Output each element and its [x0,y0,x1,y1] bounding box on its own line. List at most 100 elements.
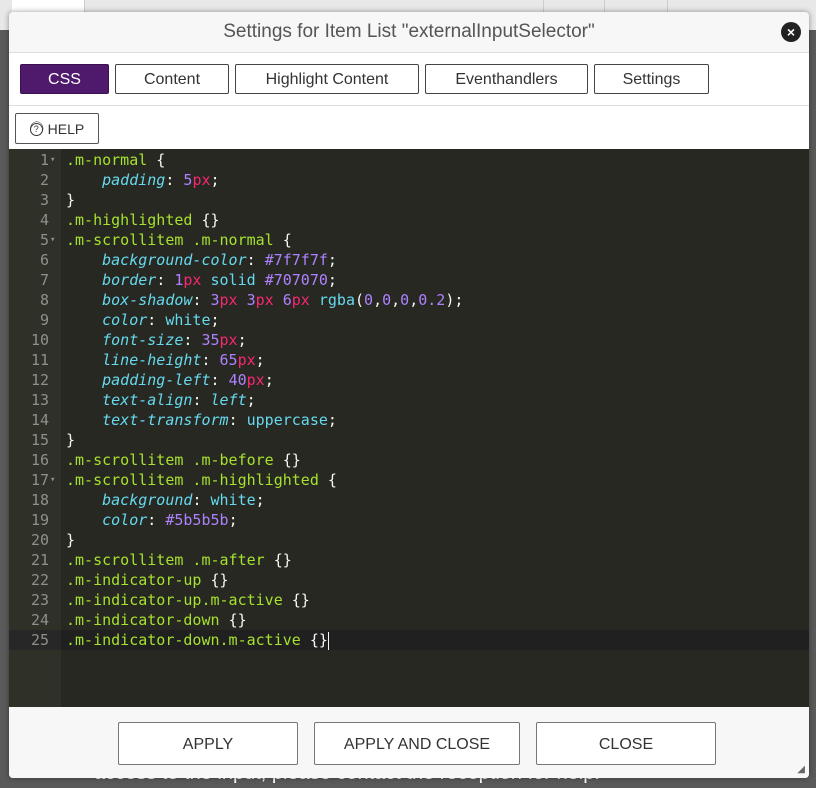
code-token: , [373,291,383,309]
tab-highlight-content[interactable]: Highlight Content [235,64,419,94]
code-token: ; [255,351,265,369]
code-line[interactable]: 21 .m-scrollitem .m-after {} [9,550,809,570]
code-line[interactable]: 8 box-shadow: 3px 3px 6px rgba(0,0,0,0.2… [9,290,809,310]
code-line[interactable]: 1 ▾ .m-normal { [9,150,809,170]
code-token: ; [255,491,265,509]
code-line[interactable]: 4 .m-highlighted {} [9,210,809,230]
code-text: box-shadow: 3px 3px 6px rgba(0,0,0,0.2); [66,290,463,310]
line-number: 12 [30,371,49,389]
apply-and-close-button[interactable]: APPLY AND CLOSE [314,722,520,765]
code-token: color [102,311,148,329]
code-token: .m-scrollitem .m-highlighted [66,471,319,489]
code-line[interactable]: 19 color: #5b5b5b; [9,510,809,530]
help-row: ⓪ HELP? [9,106,809,150]
code-token: 65 [219,351,238,369]
code-token: } [66,191,76,209]
code-line[interactable]: 14 text-transform: uppercase; [9,410,809,430]
code-line[interactable]: 23 .m-indicator-up.m-active {} [9,590,809,610]
code-line[interactable]: 7 border: 1px solid #707070; [9,270,809,290]
code-token: { [147,151,166,169]
line-number: 17 [30,471,49,489]
code-line[interactable]: 22 .m-indicator-up {} [9,570,809,590]
code-token: {} [192,211,220,229]
code-token: border [102,271,157,289]
fold-arrow-icon[interactable]: ▾ [50,150,55,170]
tab-css[interactable]: CSS [20,64,109,94]
code-line[interactable]: 13 text-align: left; [9,390,809,410]
code-line[interactable]: 16 .m-scrollitem .m-before {} [9,450,809,470]
code-text: .m-scrollitem .m-highlighted { [66,470,337,490]
code-text: background: white; [66,490,265,510]
code-text: .m-scrollitem .m-before {} [66,450,301,470]
code-line[interactable]: 18 background: white; [9,490,809,510]
code-token: solid [210,271,256,289]
close-button[interactable]: CLOSE [536,722,716,765]
code-line[interactable]: 2 padding: 5px; [9,170,809,190]
apply-button[interactable]: APPLY [118,722,298,765]
code-token: ; [210,311,220,329]
code-line[interactable]: 15} [9,430,809,450]
code-text: .m-indicator-down.m-active {} [66,630,329,650]
code-token: px [246,371,265,389]
resize-grip-icon[interactable]: ◢ [797,764,805,775]
code-text: line-height: 65px; [66,350,265,370]
tab-content[interactable]: Content [115,64,229,94]
line-number: 22 [30,571,49,589]
line-number: 10 [30,331,49,349]
code-token: ( [355,291,365,309]
line-number: 3 [39,191,49,209]
code-line[interactable]: 3} [9,190,809,210]
code-token: , [409,291,419,309]
code-token: white [165,311,211,329]
code-token: {} [273,451,301,469]
code-line[interactable]: 6 background-color: #7f7f7f; [9,250,809,270]
code-token: ; [327,251,337,269]
code-token: 0 [400,291,410,309]
code-line[interactable]: 24 .m-indicator-down {} [9,610,809,630]
code-token: } [66,531,76,549]
code-token: : [201,351,220,369]
code-token: uppercase [246,411,328,429]
code-line[interactable]: 9 color: white; [9,310,809,330]
code-token: 3 [246,291,256,309]
code-token: {} [219,611,247,629]
dialog-header: Settings for Item List "externalInputSel… [9,12,809,53]
code-token: 3 [210,291,220,309]
code-token: { [273,231,292,249]
fold-arrow-icon[interactable]: ▾ [50,470,55,490]
code-line[interactable]: 17 ▾ .m-scrollitem .m-highlighted { [9,470,809,490]
text-cursor [327,631,329,650]
code-token: px [255,291,274,309]
code-token: px [291,291,310,309]
fold-arrow-icon[interactable]: ▾ [50,230,55,250]
code-line[interactable]: 12 padding-left: 40px; [9,370,809,390]
code-line[interactable]: 25 .m-indicator-down.m-active {} [9,630,809,650]
tab-settings[interactable]: Settings [594,64,709,94]
code-token: .m-normal [66,151,148,169]
code-token: background [102,491,193,509]
code-token: box-shadow [102,291,193,309]
code-line[interactable]: 11 line-height: 65px; [9,350,809,370]
code-token: : [147,511,166,529]
code-token: .m-scrollitem .m-normal [66,231,274,249]
code-token: text-align [102,391,193,409]
line-number: 20 [30,531,49,549]
code-line[interactable]: 10 font-size: 35px; [9,330,809,350]
close-icon[interactable]: × [781,22,801,42]
code-line[interactable]: 5 ▾ .m-scrollitem .m-normal { [9,230,809,250]
css-code-editor[interactable]: 1 ▾ .m-normal {2 padding: 5px; 3} 4 .m-highli… [9,149,809,707]
code-token: , [391,291,401,309]
line-number: 23 [30,591,49,609]
code-lines[interactable]: 1 ▾ .m-normal {2 padding: 5px; 3} 4 .m-highli… [9,150,809,650]
help-button[interactable]: ⓪ HELP? [15,113,99,144]
code-text: .m-highlighted {} [66,210,220,230]
code-token: font-size [102,331,184,349]
tab-eventhandlers[interactable]: Eventhandlers [425,64,588,94]
code-line[interactable]: 20} [9,530,809,550]
code-token: #7f7f7f [264,251,328,269]
code-text: .m-scrollitem .m-after {} [66,550,292,570]
code-token: {} [282,591,310,609]
